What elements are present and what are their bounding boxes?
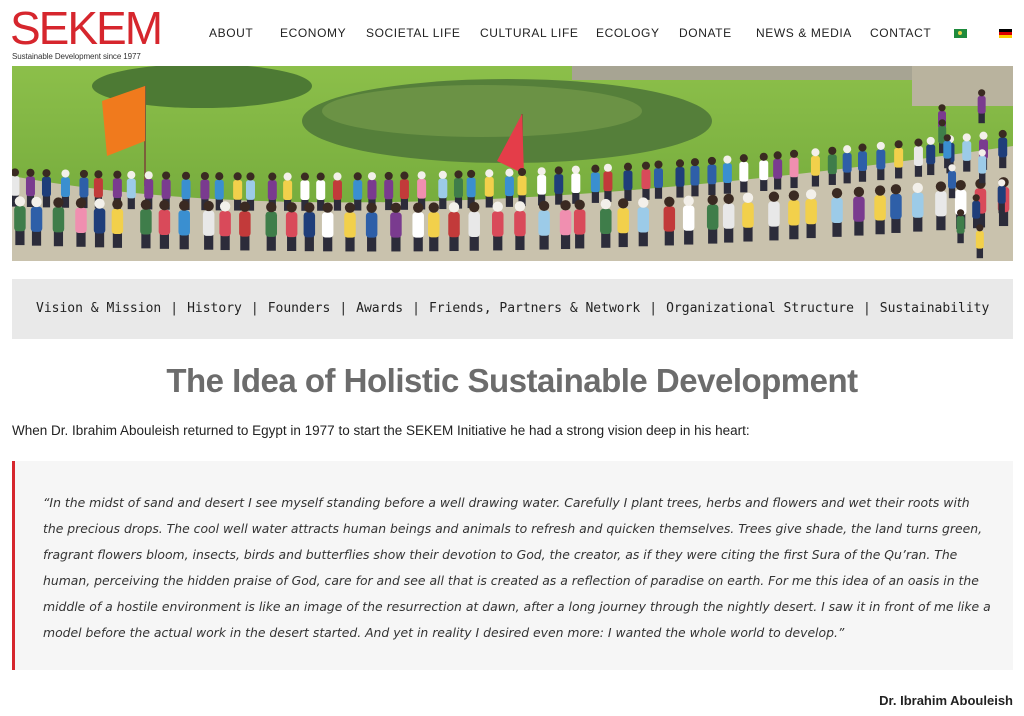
subnav-separator: | [649,301,658,316]
subnav-founders[interactable]: Founders [268,301,331,316]
nav-item-economy[interactable]: ECONOMY [280,25,346,41]
vision-quote-block: “In the midst of sand and desert I see m… [12,461,1013,670]
subnav-sustainability[interactable]: Sustainability [880,301,990,316]
nav-item-news-media[interactable]: NEWS & MEDIA [756,25,852,41]
nav-item-ecology[interactable]: ECOLOGY [596,25,660,41]
hero-crowd-illustration [12,66,1013,261]
logo-tagline: Sustainable Development since 1977 [12,52,141,61]
sekem-logo[interactable]: SEKEM Sustainable Development since 1977 [10,4,163,62]
subnav-awards[interactable]: Awards [356,301,403,316]
intro-paragraph: When Dr. Ibrahim Abouleish returned to E… [12,423,750,438]
egypt-flag-icon[interactable] [954,29,967,38]
nav-item-contact[interactable]: CONTACT [870,25,931,41]
nav-item-donate[interactable]: DONATE [679,25,732,41]
subnav-friends-partners[interactable]: Friends, Partners & Network [429,301,640,316]
hero-image [12,66,1013,261]
germany-flag-icon[interactable] [999,29,1012,38]
subnav-org-structure[interactable]: Organizational Structure [666,301,854,316]
nav-item-cultural-life[interactable]: CULTURAL LIFE [480,25,579,41]
subnav-separator: | [862,301,871,316]
subnav-links: Vision & Mission | History | Founders | Awards… [36,301,989,316]
quote-text: “In the midst of sand and desert I see m… [43,495,991,640]
page-title: The Idea of Holistic Sustainable Develop… [166,362,858,399]
site-header: SEKEM Sustainable Development since 1977… [0,0,1024,66]
subnav-separator: | [412,301,420,316]
subnav-separator: | [339,301,348,316]
logo-wordmark: SEKEM [10,2,163,54]
nav-item-societal-life[interactable]: SOCIETAL LIFE [366,25,461,41]
subnav-vision-mission[interactable]: Vision & Mission [36,301,161,316]
about-subnav: Vision & Mission | History | Founders | Awards… [12,279,1013,339]
subnav-separator: | [170,301,179,316]
subnav-history[interactable]: History [187,301,242,316]
nav-item-about[interactable]: ABOUT [209,25,253,41]
subnav-separator: | [250,301,259,316]
quote-author: Dr. Ibrahim Abouleish [879,693,1013,708]
